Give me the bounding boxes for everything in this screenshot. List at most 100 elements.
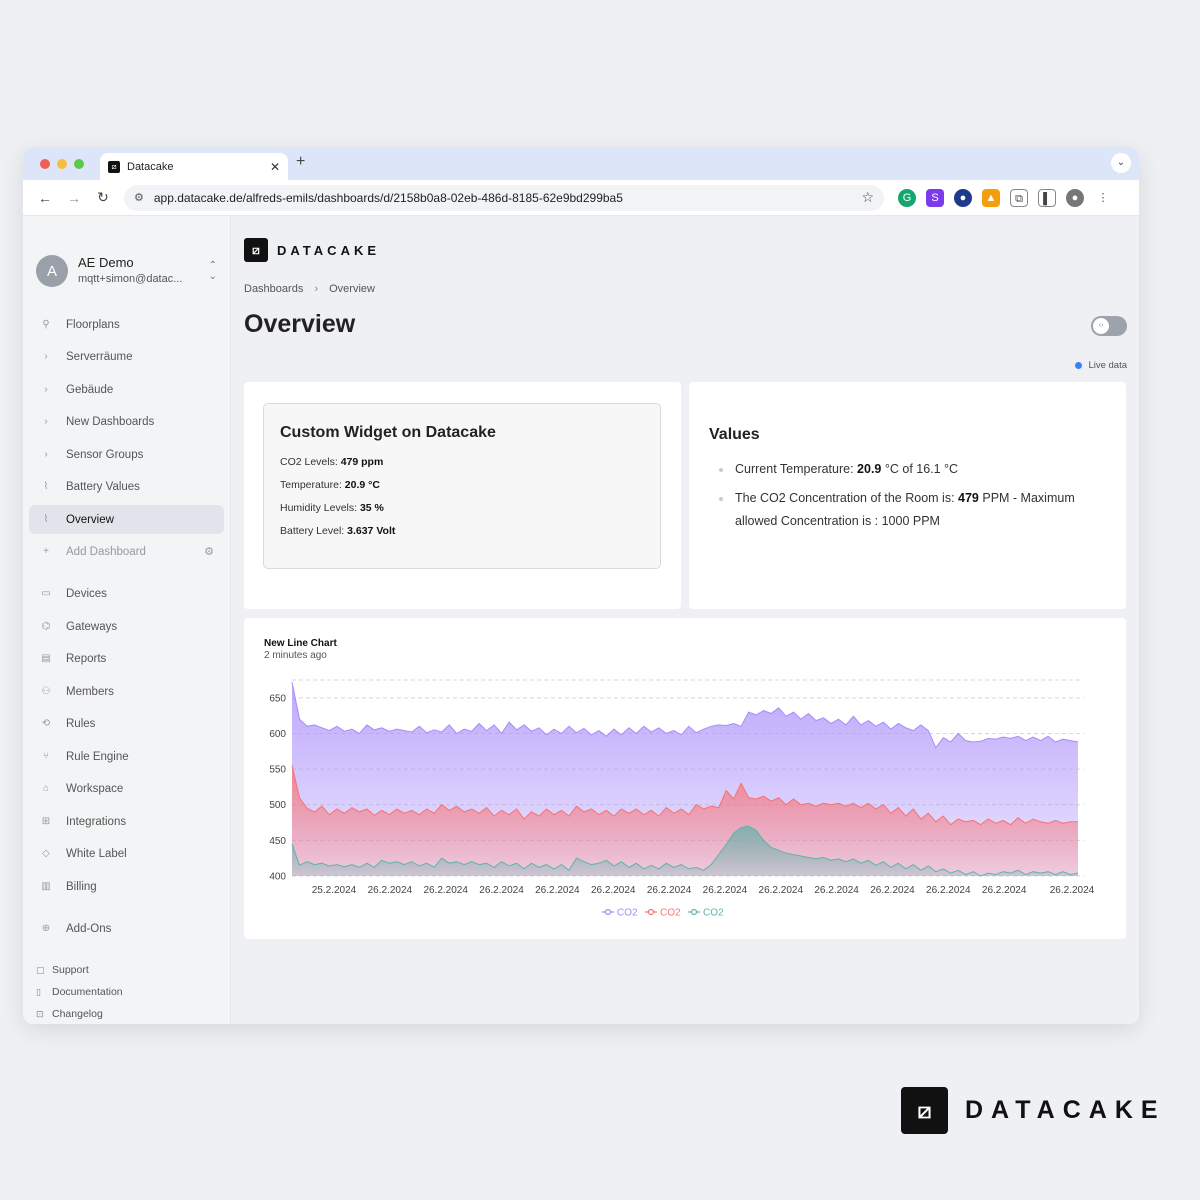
forward-arrow-icon[interactable]: →	[62, 190, 86, 206]
chart-icon: ⌇	[43, 514, 49, 525]
chevron-up-down-icon: ⌃ ⌄	[208, 260, 217, 282]
plus-icon: +	[43, 546, 49, 557]
widget-row-temperature: Temperature: 20.9 °C	[280, 479, 644, 491]
site-settings-icon[interactable]: ⚙	[134, 191, 144, 204]
extensions-area: G S ● ▲ ⧉ ▌ ● ⋮	[898, 188, 1112, 207]
account-email: mqtt+simon@datac...	[78, 273, 183, 285]
addons-icon: ⊕	[41, 923, 51, 934]
legend-item-0[interactable]: CO2	[602, 908, 638, 919]
footer-link-label: Documentation	[52, 986, 123, 998]
account-switcher[interactable]: A AE Demo mqtt+simon@datac... ⌃ ⌄	[23, 216, 230, 296]
grammarly-extension-icon[interactable]: G	[898, 188, 916, 207]
sidebar-item-overview[interactable]: ⌇ Overview	[29, 505, 224, 534]
sidebar-item-add-ons[interactable]: ⊕ Add-Ons	[29, 914, 224, 943]
browser-toolbar: ← → ↻ ⚙ app.datacake.de/alfreds-emils/da…	[23, 180, 1139, 216]
chart-icon: ⌇	[43, 481, 49, 492]
breadcrumb-overview[interactable]: Overview	[329, 283, 375, 295]
y-tick-label: 500	[269, 800, 286, 811]
sidebar-item-sensor-groups[interactable]: › Sensor Groups	[29, 440, 224, 469]
members-icon: ⚇	[41, 686, 51, 697]
tab-close-icon[interactable]: ✕	[270, 160, 280, 174]
close-window-dot[interactable]	[40, 159, 50, 169]
sidebar-item-label: Sensor Groups	[66, 448, 144, 461]
edit-mode-toggle[interactable]: ‹›	[1091, 316, 1127, 336]
widget-row-value: 479 ppm	[340, 456, 384, 468]
legend-marker	[690, 908, 698, 916]
sidebar-item-label: Integrations	[66, 815, 127, 828]
widget-row-label: Temperature:	[280, 479, 342, 491]
datacake-logo-icon: ⧄	[901, 1087, 948, 1134]
sidebar-item-label: New Dashboards	[66, 415, 155, 428]
back-arrow-icon[interactable]: ←	[33, 190, 57, 206]
sidebar-item-white-label[interactable]: ◇ White Label	[29, 839, 224, 868]
line-chart-svg: 400 450 500 550 600 650 25.2.2024 26.2.2024 26.2…	[269, 679, 1095, 919]
sidebar-item-members[interactable]: ⚇ Members	[29, 677, 224, 706]
sidebar-item-label: Gateways	[66, 620, 118, 633]
sidebar-item-label: White Label	[66, 847, 127, 860]
sidebar-item-label: Workspace	[66, 782, 124, 795]
sidebar-item-devices[interactable]: ▭ Devices	[29, 579, 224, 608]
kebab-menu-icon[interactable]: ⋮	[1094, 188, 1112, 207]
tab-title: Datacake	[127, 160, 174, 173]
legend-item-1[interactable]: CO2	[645, 908, 681, 919]
sidebar-item-label: Billing	[66, 880, 97, 893]
footer-brand-name: DATACAKE	[965, 1096, 1166, 1124]
tab-bar: ⧄ Datacake ✕ + ⌄	[23, 147, 1139, 180]
x-tick-label: 26.2.2024	[1050, 885, 1095, 896]
footer-link-support[interactable]: ▢ Support	[36, 964, 89, 976]
chevron-right-icon: ›	[44, 416, 48, 427]
live-dot-icon	[1075, 362, 1083, 369]
sidebar-item-add-dashboard[interactable]: + Add Dashboard ⚙	[29, 537, 224, 566]
footer-link-changelog[interactable]: ⊡ Changelog	[36, 1008, 103, 1020]
tab-search-chevron-icon[interactable]: ⌄	[1111, 153, 1131, 173]
sidebar-item-floorplans[interactable]: ⚲ Floorplans	[29, 310, 224, 339]
x-tick-label: 26.2.2024	[870, 885, 915, 896]
sidebar-item-geb-ude[interactable]: › Gebäude	[29, 375, 224, 404]
live-data-label: Live data	[1088, 360, 1127, 371]
x-tick-label: 26.2.2024	[759, 885, 804, 896]
sidebar: A AE Demo mqtt+simon@datac... ⌃ ⌄ ⚲ Floorp…	[23, 216, 231, 1024]
sidebar-item-label: Gebäude	[66, 383, 114, 396]
puzzle-extensions-icon[interactable]: ⧉	[1010, 188, 1028, 207]
bookmark-star-icon[interactable]: ☆	[861, 189, 874, 206]
alien-extension-icon[interactable]: ●	[954, 188, 972, 207]
brand-header[interactable]: ⧄ DATACAKE	[244, 238, 380, 262]
sidebar-item-battery-values[interactable]: ⌇ Battery Values	[29, 472, 224, 501]
live-data-indicator: Live data	[1075, 360, 1127, 371]
report-icon: ▤	[41, 653, 51, 664]
legend-label: CO2	[617, 908, 638, 919]
sidebar-item-gateways[interactable]: ⌬ Gateways	[29, 612, 224, 641]
maximize-window-dot[interactable]	[74, 159, 84, 169]
sidebar-item-integrations[interactable]: ⊞ Integrations	[29, 807, 224, 836]
reload-icon[interactable]: ↻	[91, 189, 115, 206]
values-co2-item: The CO2 Concentration of the Room is: 47…	[717, 487, 1096, 533]
sidebar-item-billing[interactable]: ▥ Billing	[29, 872, 224, 901]
legend-label: CO2	[660, 908, 681, 919]
gear-icon[interactable]: ⚙	[204, 545, 214, 558]
sidebar-item-workspace[interactable]: ⌂ Workspace	[29, 774, 224, 803]
sidebar-item-new-dashboards[interactable]: › New Dashboards	[29, 407, 224, 436]
x-tick-label: 26.2.2024	[926, 885, 971, 896]
sidebar-item-serverr-ume[interactable]: › Serverräume	[29, 342, 224, 371]
widget-row-value: 35 %	[359, 502, 384, 514]
address-bar[interactable]: ⚙ app.datacake.de/alfreds-emils/dashboar…	[124, 184, 884, 211]
legend-item-2[interactable]: CO2	[688, 908, 724, 919]
sidebar-item-rules[interactable]: ⟲ Rules	[29, 709, 224, 738]
metamask-extension-icon[interactable]: ▲	[982, 188, 1000, 207]
footer-link-documentation[interactable]: ▯ Documentation	[36, 986, 123, 998]
breadcrumb-dashboards[interactable]: Dashboards	[244, 283, 303, 295]
datacake-favicon-icon: ⧄	[108, 160, 120, 173]
custom-widget-card: Custom Widget on Datacake CO2 Levels: 47…	[244, 382, 681, 609]
widget-row-label: Humidity Levels:	[280, 502, 358, 514]
minimize-window-dot[interactable]	[57, 159, 67, 169]
side-panel-icon[interactable]: ▌	[1038, 188, 1056, 207]
profile-avatar-icon[interactable]: ●	[1066, 188, 1084, 207]
sidebar-item-label: Overview	[66, 513, 114, 526]
new-tab-button[interactable]: +	[296, 153, 305, 171]
rule-engine-icon: ⑂	[43, 751, 49, 762]
browser-tab[interactable]: ⧄ Datacake ✕	[100, 153, 288, 180]
sidebar-item-rule-engine[interactable]: ⑂ Rule Engine	[29, 742, 224, 771]
line-chart-card: New Line Chart 2 minutes ago 400 450 500 55…	[244, 618, 1126, 939]
sidebar-item-reports[interactable]: ▤ Reports	[29, 644, 224, 673]
s-extension-icon[interactable]: S	[926, 188, 944, 207]
